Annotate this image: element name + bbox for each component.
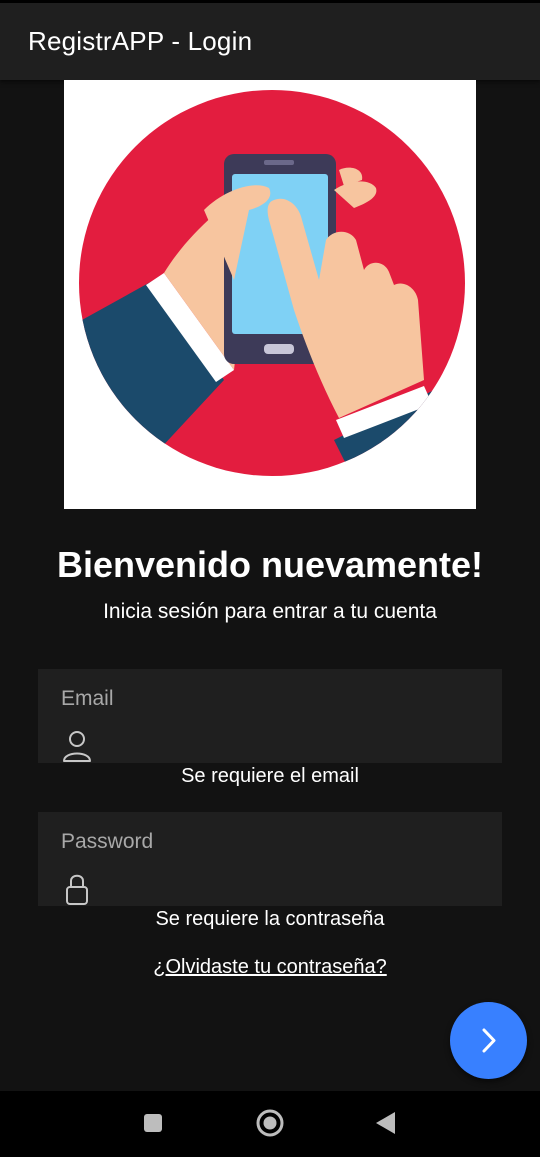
back-button[interactable] <box>366 1103 406 1143</box>
chevron-forward-icon <box>482 1028 496 1053</box>
recents-button[interactable] <box>133 1103 173 1143</box>
email-error: Se requiere el email <box>181 765 359 787</box>
password-error: Se requiere la contraseña <box>155 908 385 930</box>
password-label: Password <box>61 830 154 853</box>
phone-touch-illustration-icon <box>79 90 465 476</box>
hero-illustration <box>64 80 476 509</box>
circle-home-icon <box>256 1109 284 1137</box>
square-icon <box>144 1114 162 1132</box>
lock-icon <box>66 874 88 905</box>
toolbar: RegistrAPP - Login <box>0 3 540 80</box>
email-label: Email <box>61 687 114 710</box>
person-icon <box>63 731 91 762</box>
page-title: RegistrAPP - Login <box>28 26 253 56</box>
home-button[interactable] <box>250 1103 290 1143</box>
email-field[interactable]: Email <box>38 669 502 763</box>
welcome-subtitle: Inicia sesión para entrar a tu cuenta <box>103 600 437 623</box>
login-submit-button[interactable] <box>450 1002 527 1079</box>
email-input[interactable] <box>108 727 492 759</box>
forgot-password-link[interactable]: ¿Olvidaste tu contraseña? <box>0 956 540 979</box>
password-field[interactable]: Password <box>38 812 502 906</box>
welcome-title: Bienvenido nuevamente! <box>56 544 484 585</box>
password-input[interactable] <box>108 870 492 902</box>
system-nav-bar <box>0 1091 540 1157</box>
back-triangle-icon <box>376 1112 395 1134</box>
